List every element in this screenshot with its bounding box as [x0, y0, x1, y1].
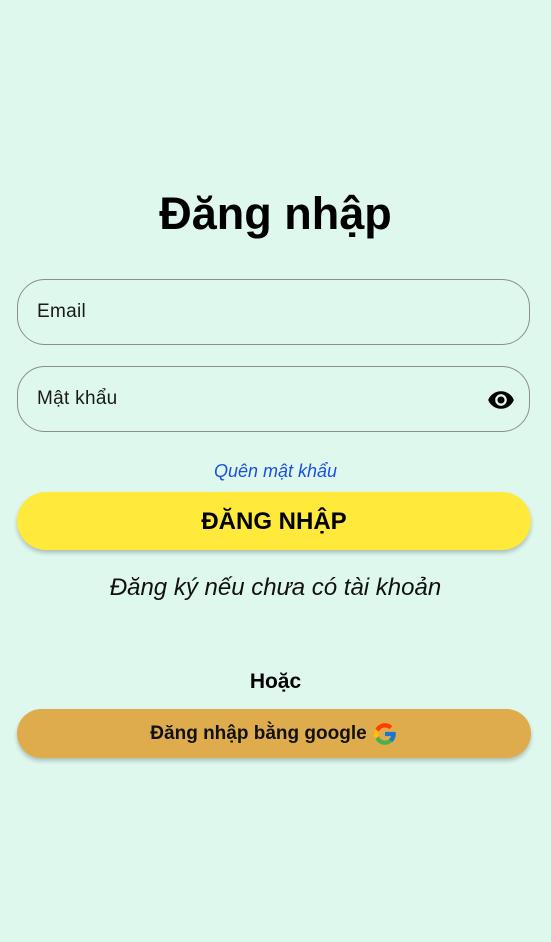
google-logo-icon: [373, 722, 396, 745]
register-link[interactable]: Đăng ký nếu chưa có tài khoản: [0, 572, 551, 604]
page-title: Đăng nhập: [159, 188, 392, 239]
email-placeholder: Email: [37, 301, 87, 322]
password-field[interactable]: Mật khẩu: [17, 366, 530, 432]
or-divider: Hoặc: [249, 670, 302, 693]
password-placeholder: Mật khẩu: [37, 388, 118, 409]
email-field[interactable]: Email: [17, 279, 530, 345]
login-button[interactable]: ĐĂNG NHẬP: [17, 492, 531, 550]
google-login-button[interactable]: Đăng nhập bằng google: [17, 709, 531, 758]
eye-icon[interactable]: [487, 386, 515, 414]
google-login-label: Đăng nhập bằng google: [150, 723, 367, 744]
forgot-password-link[interactable]: Quên mật khẩu: [0, 459, 551, 483]
